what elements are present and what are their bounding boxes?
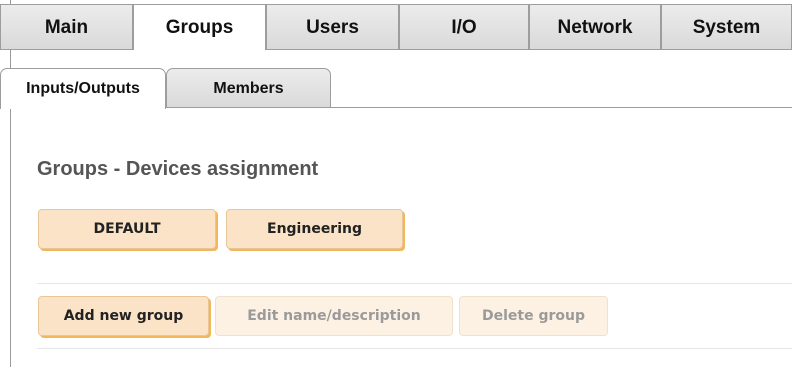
- tab-groups-label: Groups: [165, 16, 234, 38]
- divider-bottom: [37, 348, 792, 349]
- edit-group-button-label: Edit name/description: [247, 308, 421, 324]
- tab-system-label: System: [692, 16, 761, 38]
- main-tab-bar: Main Groups Users I/O Network System: [0, 0, 792, 50]
- divider-top: [37, 283, 792, 284]
- tab-main[interactable]: Main: [0, 4, 133, 50]
- group-button-engineering-label: Engineering: [267, 221, 362, 237]
- delete-group-button[interactable]: Delete group: [459, 296, 608, 336]
- tab-main-label: Main: [44, 16, 89, 38]
- subtab-inputs-outputs-label: Inputs/Outputs: [26, 80, 140, 97]
- group-button-default[interactable]: DEFAULT: [38, 209, 216, 249]
- group-button-default-label: DEFAULT: [93, 221, 161, 237]
- subtab-members[interactable]: Members: [166, 68, 331, 108]
- group-button-engineering[interactable]: Engineering: [226, 209, 403, 249]
- tab-users-label: Users: [306, 16, 359, 38]
- tab-users[interactable]: Users: [266, 4, 399, 50]
- delete-group-button-label: Delete group: [481, 308, 585, 324]
- subtab-inputs-outputs[interactable]: Inputs/Outputs: [0, 68, 166, 109]
- tab-bar-underline-right: [266, 49, 792, 50]
- tab-network-label: Network: [557, 16, 633, 38]
- page-title: Groups - Devices assignment: [37, 158, 319, 180]
- tab-bar-underline-left: [0, 49, 133, 50]
- content-frame-border: [10, 0, 11, 367]
- edit-group-button[interactable]: Edit name/description: [215, 296, 453, 336]
- subtab-underline: [166, 107, 792, 108]
- tab-io-label: I/O: [451, 16, 477, 38]
- tab-io[interactable]: I/O: [399, 4, 529, 50]
- add-group-button-label: Add new group: [63, 308, 184, 324]
- subtab-members-label: Members: [213, 79, 284, 97]
- add-group-button[interactable]: Add new group: [38, 296, 209, 336]
- tab-network[interactable]: Network: [529, 4, 661, 50]
- tab-system[interactable]: System: [661, 4, 792, 50]
- tab-groups[interactable]: Groups: [133, 4, 266, 50]
